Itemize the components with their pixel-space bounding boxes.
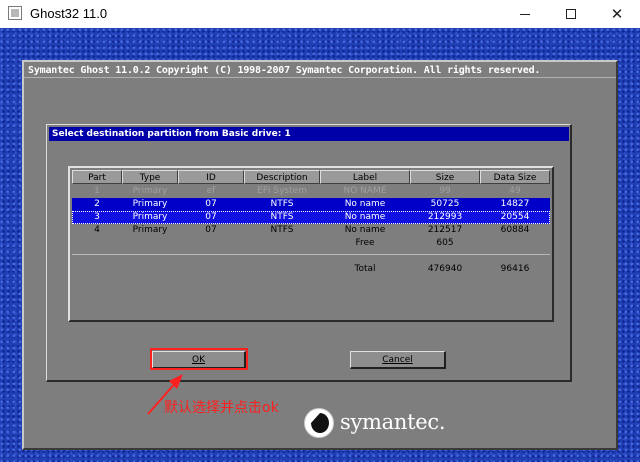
annotation-arrow-icon [147, 374, 183, 415]
symantec-logo-icon [304, 408, 334, 438]
annotation-text: 默认选择并点击ok [164, 400, 279, 416]
symantec-logo-text: symantec. [340, 410, 446, 434]
